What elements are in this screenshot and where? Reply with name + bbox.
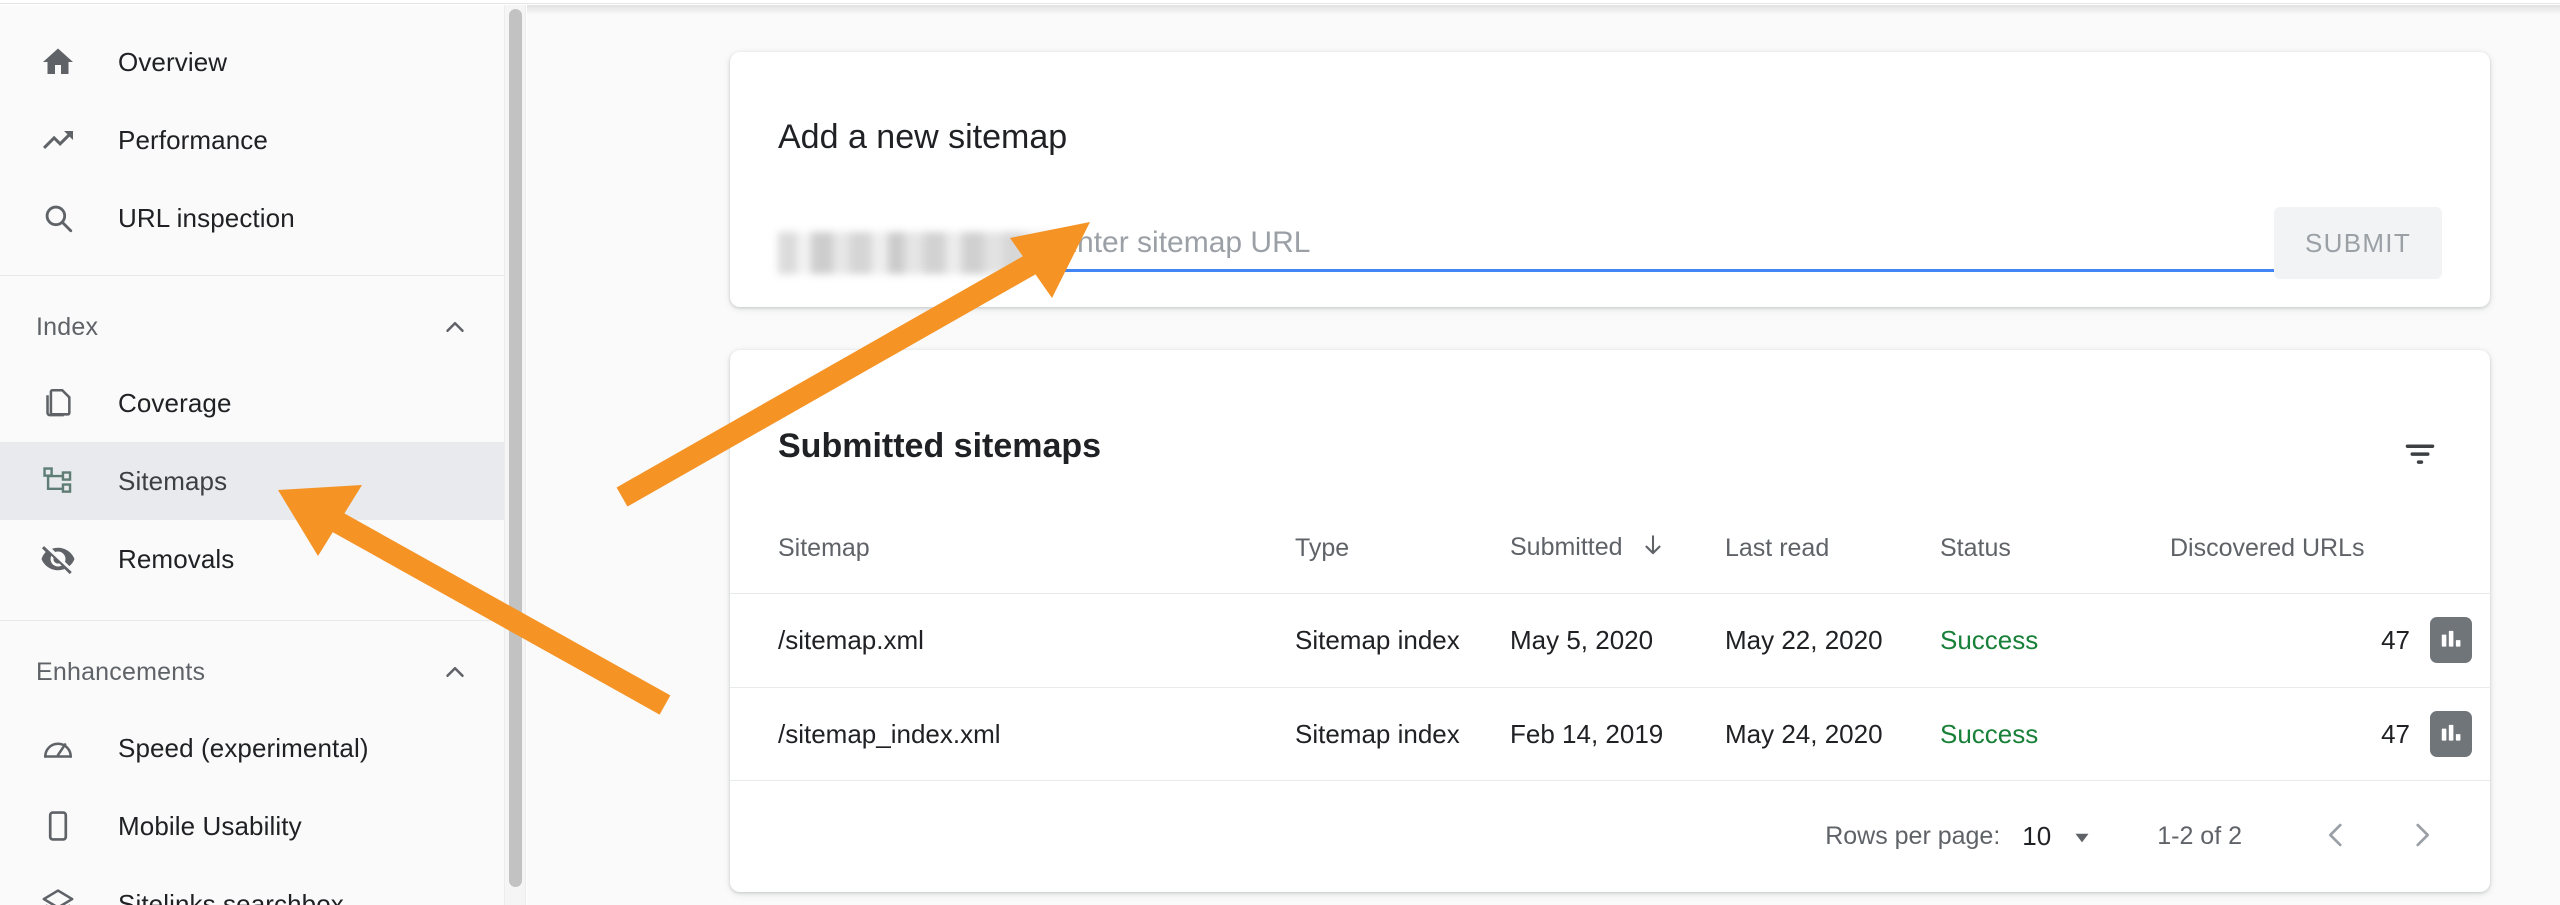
- phone-icon: [36, 804, 80, 848]
- column-header-label: Submitted: [1510, 533, 1623, 562]
- sidebar-section-enhancements[interactable]: Enhancements: [0, 635, 510, 709]
- sitemaps-table: Sitemap Type Submitted Last read Status …: [730, 505, 2492, 781]
- next-page-button[interactable]: [2390, 805, 2454, 869]
- submitted-sitemaps-title: Submitted sitemaps: [778, 427, 1102, 465]
- sitemaps-table-head: Sitemap Type Submitted Last read Status …: [730, 505, 2492, 593]
- filter-list-icon: [2401, 435, 2439, 476]
- sitemap-url-field-row: [778, 214, 2442, 280]
- sidebar-section-label: Index: [36, 312, 99, 341]
- sort-arrow-down-icon: [1640, 532, 1666, 565]
- trending-up-icon: [36, 118, 80, 162]
- sidebar-item-label: Speed (experimental): [118, 732, 369, 763]
- layers-icon: [36, 882, 80, 905]
- sidebar-item-label: Coverage: [118, 387, 232, 418]
- sitemap-url-input[interactable]: [1053, 226, 2442, 266]
- chevron-up-icon: [440, 312, 470, 342]
- cell-last-read: May 22, 2020: [1725, 592, 1940, 687]
- home-icon: [36, 40, 80, 84]
- column-header-status[interactable]: Status: [1940, 505, 2170, 593]
- chevron-down-icon[interactable]: [2069, 824, 2095, 850]
- cell-sitemap: /sitemap.xml: [730, 592, 1295, 687]
- cell-discovered-urls: 47: [2170, 592, 2430, 687]
- filter-button[interactable]: [2392, 427, 2448, 483]
- chevron-right-icon: [2405, 818, 2439, 855]
- cell-submitted: Feb 14, 2019: [1510, 686, 1725, 781]
- sidebar-item-label: Removals: [118, 543, 235, 574]
- sidebar-section-index[interactable]: Index: [0, 290, 510, 364]
- search-console-sitemaps-page: Overview Performance URL inspection Inde…: [0, 0, 2560, 905]
- sidebar-item-removals[interactable]: Removals: [0, 520, 510, 598]
- column-header-type[interactable]: Type: [1295, 505, 1510, 593]
- eye-off-icon: [36, 537, 80, 581]
- sidebar-item-label: URL inspection: [118, 202, 295, 233]
- sitemap-tree-icon: [36, 459, 80, 503]
- sitemap-url-input-wrap: [1053, 214, 2442, 280]
- sidebar-group-main: Overview Performance URL inspection: [0, 5, 510, 275]
- cell-submitted: May 5, 2020: [1510, 592, 1725, 687]
- add-sitemap-card: Add a new sitemap SUBMIT: [730, 52, 2490, 307]
- column-header-actions: [2430, 505, 2492, 593]
- sidebar-item-label: Performance: [118, 124, 268, 155]
- pagination-range-label: 1-2 of 2: [2157, 822, 2242, 850]
- sidebar-item-mobile-usability[interactable]: Mobile Usability: [0, 787, 510, 865]
- cell-last-read: May 24, 2020: [1725, 686, 1940, 781]
- cell-discovered-urls: 47: [2170, 686, 2430, 781]
- bar-chart-icon: [2438, 720, 2464, 749]
- cell-type: Sitemap index: [1295, 686, 1510, 781]
- submitted-sitemaps-card: Submitted sitemaps Sitemap Type Submitte…: [730, 350, 2492, 892]
- status-badge: Success: [1940, 718, 2039, 749]
- submit-button[interactable]: SUBMIT: [2274, 207, 2442, 279]
- top-divider: [0, 0, 2560, 4]
- column-header-submitted[interactable]: Submitted: [1510, 505, 1725, 593]
- rows-per-page-value[interactable]: 10: [2022, 821, 2051, 852]
- blurred-domain-prefix: [778, 232, 1053, 274]
- sidebar-navigation: Overview Performance URL inspection Inde…: [0, 5, 510, 905]
- table-pagination: Rows per page: 10 1-2 of 2: [730, 780, 2490, 892]
- previous-page-button[interactable]: [2304, 805, 2368, 869]
- content-top-shadow: [527, 5, 2560, 15]
- main-content: Add a new sitemap SUBMIT Submitted sitem…: [527, 5, 2560, 905]
- sidebar-item-overview[interactable]: Overview: [0, 23, 510, 101]
- table-header-row: Sitemap Type Submitted Last read Status …: [730, 505, 2492, 593]
- sidebar-item-label: Mobile Usability: [118, 810, 302, 841]
- chevron-up-icon: [440, 657, 470, 687]
- column-header-discovered-urls[interactable]: Discovered URLs: [2170, 505, 2430, 593]
- status-badge: Success: [1940, 624, 2039, 655]
- sidebar-item-speed[interactable]: Speed (experimental): [0, 709, 510, 787]
- add-sitemap-title: Add a new sitemap: [778, 118, 1068, 156]
- sidebar-group-enhancements: Enhancements Speed (experimental) Mobile…: [0, 620, 510, 905]
- table-row[interactable]: /sitemap_index.xml Sitemap index Feb 14,…: [730, 686, 2492, 781]
- sidebar-item-label: Overview: [118, 46, 228, 77]
- sidebar-section-label: Enhancements: [36, 657, 206, 686]
- rows-per-page-label: Rows per page:: [1825, 822, 2001, 850]
- view-chart-button[interactable]: [2430, 711, 2472, 758]
- sidebar-item-sitelinks-searchbox[interactable]: Sitelinks searchbox: [0, 865, 510, 905]
- sidebar-group-index: Index Coverage Sitemaps Removals: [0, 275, 510, 620]
- sitemaps-table-body: /sitemap.xml Sitemap index May 5, 2020 M…: [730, 592, 2492, 781]
- sidebar-scrollbar-thumb[interactable]: [509, 9, 522, 887]
- speedometer-icon: [36, 726, 80, 770]
- table-row[interactable]: /sitemap.xml Sitemap index May 5, 2020 M…: [730, 592, 2492, 687]
- input-focus-underline: [1053, 269, 2442, 272]
- sidebar-item-label: Sitelinks searchbox: [118, 888, 344, 905]
- sidebar-item-coverage[interactable]: Coverage: [0, 364, 510, 442]
- view-chart-button[interactable]: [2430, 617, 2472, 663]
- bar-chart-icon: [2438, 626, 2464, 655]
- cell-sitemap: /sitemap_index.xml: [730, 686, 1295, 781]
- copy-pages-icon: [36, 381, 80, 425]
- cell-type: Sitemap index: [1295, 592, 1510, 687]
- sidebar-item-performance[interactable]: Performance: [0, 101, 510, 179]
- sidebar-item-url-inspection[interactable]: URL inspection: [0, 179, 510, 257]
- column-header-last-read[interactable]: Last read: [1725, 505, 1940, 593]
- sidebar-item-sitemaps[interactable]: Sitemaps: [0, 442, 510, 520]
- sidebar-item-label: Sitemaps: [118, 465, 228, 496]
- search-icon: [36, 196, 80, 240]
- chevron-left-icon: [2319, 818, 2353, 855]
- column-header-sitemap[interactable]: Sitemap: [730, 505, 1295, 593]
